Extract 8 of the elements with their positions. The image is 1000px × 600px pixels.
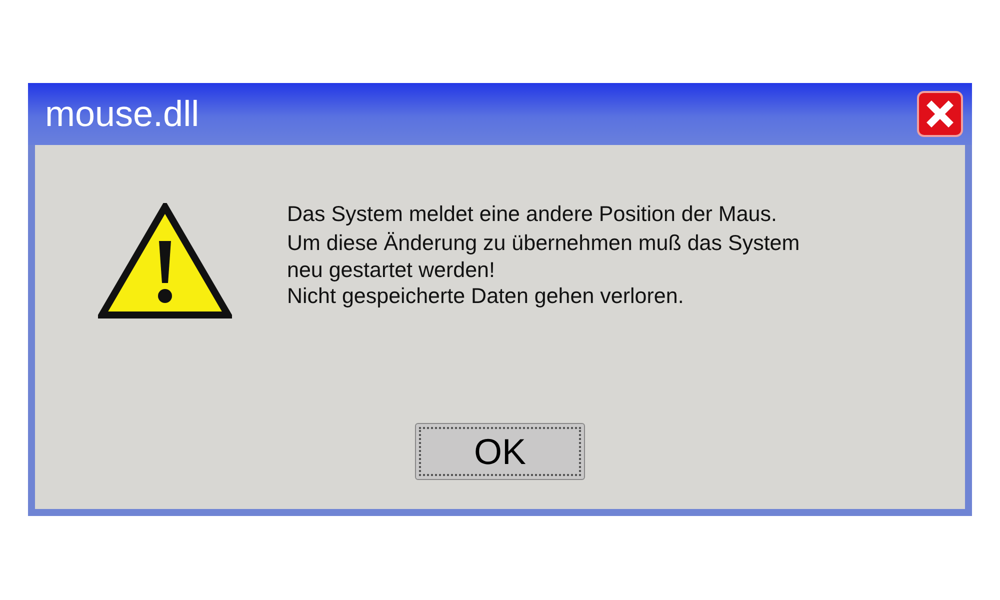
close-icon[interactable] [917, 91, 963, 137]
warning-icon [98, 203, 232, 321]
ok-button[interactable]: OK [415, 423, 585, 480]
window-title: mouse.dll [45, 93, 200, 135]
message-text: Um diese Änderung zu übernehmen muß das System [287, 230, 800, 257]
message-text: neu gestartet werden! [287, 258, 496, 282]
message-text: Das System meldet eine andere Position der Maus. [287, 201, 778, 228]
message-text: Nicht gespeicherte Daten gehen verloren. [287, 283, 685, 310]
